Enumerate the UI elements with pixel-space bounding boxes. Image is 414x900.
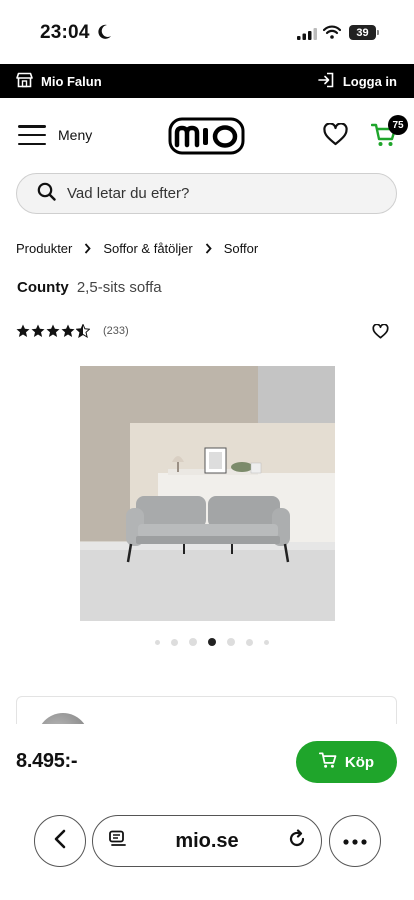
- reload-icon[interactable]: [287, 828, 307, 854]
- product-title: County 2,5-sits soffa: [17, 279, 162, 296]
- favorite-heart-icon[interactable]: [372, 323, 389, 344]
- signal-icon: [297, 27, 317, 45]
- carousel-dot-active[interactable]: [208, 638, 216, 646]
- product-brand: County: [17, 279, 69, 296]
- login-icon: [318, 72, 343, 91]
- mio-logo[interactable]: [168, 117, 245, 160]
- site-header: Meny: [0, 98, 414, 172]
- carousel-dot[interactable]: [227, 638, 235, 646]
- login-link[interactable]: Logga in: [318, 72, 397, 91]
- store-bar: Mio Falun Logga in: [0, 64, 414, 98]
- battery-indicator: 39: [349, 25, 379, 40]
- breadcrumb-item-soffor[interactable]: Soffor: [224, 241, 258, 256]
- wishlist-heart-icon[interactable]: [323, 122, 348, 151]
- product-price: 8.495:-: [16, 750, 78, 772]
- reader-icon[interactable]: [109, 830, 127, 853]
- star-icon: [31, 324, 45, 337]
- back-button[interactable]: [34, 815, 86, 867]
- review-count: (233): [103, 325, 129, 337]
- browser-toolbar: mio.se: [0, 800, 414, 900]
- breadcrumb-item-soffor-fatoljer[interactable]: Soffor & fåtöljer: [103, 241, 192, 256]
- carousel-dot[interactable]: [155, 639, 160, 645]
- store-icon: [16, 72, 41, 91]
- store-selector[interactable]: Mio Falun: [16, 72, 102, 91]
- address-bar[interactable]: mio.se: [92, 815, 322, 867]
- carousel-dot[interactable]: [264, 639, 269, 645]
- breadcrumb: Produkter Soffor & fåtöljer Soffor: [16, 241, 258, 256]
- cart-icon: [318, 751, 345, 773]
- product-name: 2,5-sits soffa: [76, 279, 162, 296]
- carousel-dot[interactable]: [189, 638, 197, 646]
- wifi-icon: [322, 25, 342, 44]
- login-label: Logga in: [342, 73, 397, 89]
- cart-count-badge: 75: [388, 115, 408, 135]
- product-rating[interactable]: (233): [16, 324, 129, 338]
- chevron-right-icon: [205, 243, 212, 254]
- breadcrumb-item-produkter[interactable]: Produkter: [16, 241, 72, 256]
- star-icon: [61, 324, 75, 337]
- menu-button[interactable]: Meny: [18, 125, 92, 145]
- product-image[interactable]: [80, 366, 335, 621]
- hamburger-icon: [18, 125, 46, 145]
- carousel-dot[interactable]: [171, 638, 178, 646]
- rating-stars: [16, 324, 91, 338]
- store-name: Mio Falun: [41, 73, 102, 89]
- chevron-right-icon: [84, 243, 92, 254]
- image-carousel-dots: [155, 638, 280, 646]
- search-bar[interactable]: [16, 173, 397, 214]
- more-icon: [343, 832, 367, 850]
- buy-bar: 8.495:- Köp: [0, 724, 414, 800]
- carousel-dot[interactable]: [246, 638, 253, 646]
- moon-icon: [98, 24, 112, 45]
- search-input[interactable]: [67, 185, 367, 202]
- status-bar: 23:04 39: [0, 0, 414, 64]
- more-button[interactable]: [329, 815, 381, 867]
- star-icon: [16, 324, 30, 337]
- chevron-left-icon: [54, 829, 66, 854]
- buy-button-label: Köp: [344, 753, 375, 771]
- star-icon: [46, 324, 60, 337]
- star-half-icon: [76, 324, 90, 338]
- status-time: 23:04: [40, 22, 90, 43]
- search-icon: [17, 182, 67, 206]
- buy-button[interactable]: Köp: [296, 741, 397, 783]
- url-text: mio.se: [175, 829, 239, 852]
- menu-label: Meny: [58, 127, 93, 143]
